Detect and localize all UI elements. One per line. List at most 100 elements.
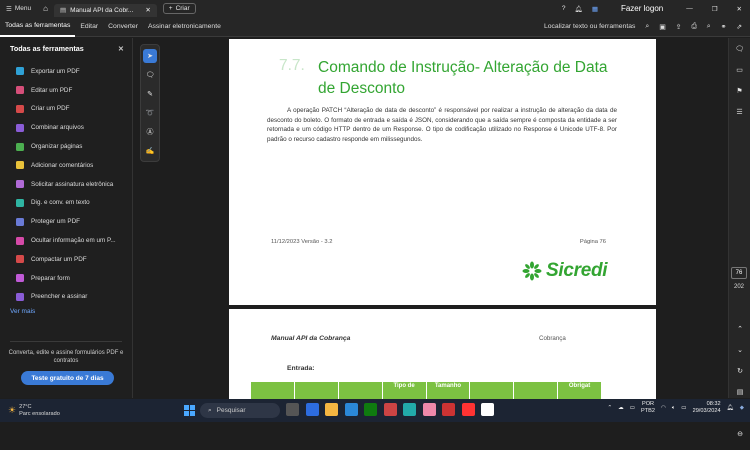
sidebar-tool-item[interactable]: Preparar form <box>0 269 132 288</box>
weather-widget[interactable]: ☀ 27°C Parc ensolarado <box>0 404 60 417</box>
free-trial-button[interactable]: Teste gratuito de 7 dias <box>21 371 114 385</box>
thumbnails-icon[interactable]: ▭ <box>735 65 745 75</box>
close-sidebar-icon[interactable]: ✕ <box>118 44 124 53</box>
menu-button[interactable]: ☰ Menu <box>0 0 37 17</box>
cloud-icon[interactable]: ☁ <box>618 405 624 412</box>
link-icon[interactable]: ⚭ <box>721 23 727 31</box>
clock[interactable]: 08:32 29/03/2024 <box>693 401 721 415</box>
apps-icon[interactable]: ▦ <box>592 5 598 13</box>
display-icon[interactable]: ▭ <box>630 405 635 412</box>
taskbar-app-icon[interactable] <box>461 403 475 416</box>
find-label[interactable]: Localizar texto ou ferramentas <box>544 23 635 30</box>
taskbar-app-icon[interactable] <box>403 403 416 416</box>
login-button[interactable]: Fazer logon <box>621 4 663 13</box>
keyboard-layout: PTB2 <box>641 408 656 414</box>
volume-icon[interactable]: 🔈︎ <box>672 405 675 412</box>
pinned-apps <box>286 403 494 416</box>
text-select-icon[interactable]: Ⓐ <box>143 125 157 139</box>
sidebar-tool-item[interactable]: Compactar um PDF <box>0 250 132 269</box>
sidebar-tool-item[interactable]: Proteger um PDF <box>0 212 132 231</box>
search-doc-icon[interactable]: ⌕ <box>707 23 711 31</box>
lasso-icon[interactable]: ➰ <box>143 106 157 120</box>
taskbar-app-icon[interactable] <box>364 403 377 416</box>
sidebar-tool-item[interactable]: Dig. e conv. em texto <box>0 194 132 213</box>
pen-icon[interactable]: ✎ <box>143 87 157 101</box>
close-tab-icon[interactable]: ✕ <box>145 6 150 14</box>
save-icon[interactable]: ▣ <box>659 23 665 31</box>
bell-icon[interactable]: 🔔︎ <box>727 405 734 412</box>
section-paragraph: A operação PATCH “Alteração de data de d… <box>267 107 617 143</box>
taskbar-app-icon[interactable] <box>344 403 358 416</box>
section-number: 7.7. <box>279 57 305 74</box>
page-header-title: Manual API da Cobrança <box>271 335 351 342</box>
sidebar-tool-item[interactable]: Organizar páginas <box>0 137 132 156</box>
sidebar-tool-item[interactable]: Criar um PDF <box>0 100 132 119</box>
logo-text: Sicredi <box>546 260 608 281</box>
lang-code: POR <box>641 401 655 407</box>
upload-icon[interactable]: ⇪ <box>676 23 682 31</box>
language-indicator[interactable]: POR PTB2 <box>641 401 655 415</box>
pdf-page-77: Manual API da Cobrança Cobrança Entrada:… <box>229 309 656 399</box>
main-toolbar: Todas as ferramentas Editar Converter As… <box>0 17 750 37</box>
select-cursor-icon[interactable]: ➤ <box>143 49 157 63</box>
home-icon[interactable]: ⌂ <box>37 4 54 13</box>
taskbar-app-icon[interactable] <box>383 403 397 416</box>
search-icon[interactable]: ⌕ <box>645 23 649 31</box>
taskbar-app-icon[interactable] <box>286 403 299 416</box>
document-tab[interactable]: ▤ Manual API da Cobr... ✕ <box>53 3 157 17</box>
sidebar-tool-item[interactable]: Solicitar assinatura eletrônica <box>0 175 132 194</box>
taskbar-app-icon[interactable] <box>422 403 436 416</box>
sidebar-tool-item[interactable]: Adicionar comentários <box>0 156 132 175</box>
new-tab-button[interactable]: + Criar <box>162 3 196 14</box>
sidebar-tool-item[interactable]: Ocultar informação em um P... <box>0 231 132 250</box>
chevron-up-icon[interactable]: ⌃ <box>735 324 745 334</box>
sidebar-tool-item[interactable]: Preencher e assinar <box>0 288 132 307</box>
bookmark-icon[interactable]: ⚑ <box>735 86 745 96</box>
sidebar-tool-item[interactable]: Exportar um PDF <box>0 62 132 81</box>
tool-icon <box>16 142 24 151</box>
chevron-up-icon[interactable]: ⌃ <box>607 405 612 412</box>
search-icon: ⌕ <box>208 406 212 414</box>
copilot-icon[interactable]: ◆ <box>740 405 744 412</box>
windows-start-icon[interactable] <box>184 405 195 416</box>
tab-esign[interactable]: Assinar eletronicamente <box>143 17 226 37</box>
print-icon[interactable]: ⎙ <box>691 23 696 31</box>
close-window-icon[interactable]: ✕ <box>737 5 742 13</box>
taskbar-app-icon[interactable] <box>442 403 455 416</box>
layers-icon[interactable]: ☰ <box>735 107 745 117</box>
title-bar: ☰ Menu ⌂ ▤ Manual API da Cobr... ✕ + Cri… <box>0 0 750 17</box>
bell-icon[interactable]: 🔔︎ <box>575 5 583 13</box>
sidebar-tool-item[interactable]: Combinar arquivos <box>0 118 132 137</box>
taskbar-app-icon[interactable] <box>305 403 319 416</box>
hamburger-icon: ☰ <box>6 5 12 13</box>
current-page-field[interactable]: 76 <box>731 267 747 279</box>
tool-label: Criar um PDF <box>31 105 70 113</box>
tab-all-tools[interactable]: Todas as ferramentas <box>0 17 76 37</box>
tool-icon <box>16 236 24 245</box>
see-more-link[interactable]: Ver mais <box>0 308 132 315</box>
restore-icon[interactable]: ❐ <box>712 5 718 13</box>
sidebar-tool-item[interactable]: Editar um PDF <box>0 81 132 100</box>
minimize-icon[interactable]: — <box>686 5 693 12</box>
entrada-label: Entrada: <box>287 365 315 372</box>
comments-panel-icon[interactable]: 🗨︎ <box>735 44 745 54</box>
tab-edit[interactable]: Editar <box>75 17 103 37</box>
share-icon[interactable]: ⇗ <box>736 23 742 31</box>
signature-icon[interactable]: ✍ <box>143 144 157 158</box>
tab-convert[interactable]: Converter <box>103 17 143 37</box>
comment-icon[interactable]: 🗨︎ <box>143 68 157 82</box>
refresh-icon[interactable]: ↻ <box>735 366 745 376</box>
taskbar-app-icon[interactable] <box>325 403 338 416</box>
taskbar-search[interactable]: ⌕ Pesquisar <box>200 403 280 418</box>
taskbar-app-icon[interactable] <box>481 403 494 416</box>
chevron-down-icon[interactable]: ⌄ <box>735 345 745 355</box>
divider <box>10 341 122 342</box>
zoom-out-icon[interactable]: ⊖ <box>735 429 745 439</box>
battery-icon[interactable]: ▭ <box>681 405 686 412</box>
wifi-icon[interactable]: ◠ <box>661 405 666 412</box>
help-icon[interactable]: ? <box>562 5 566 12</box>
save-copy-icon[interactable]: ▤ <box>735 387 745 397</box>
sidebar-title: Todas as ferramentas <box>10 44 84 53</box>
tool-label: Preparar form <box>31 274 70 282</box>
tool-icon <box>16 67 24 76</box>
